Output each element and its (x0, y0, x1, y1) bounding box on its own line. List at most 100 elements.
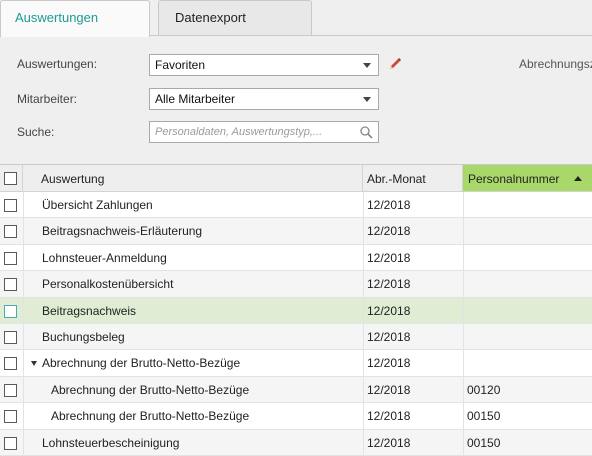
table-row[interactable]: Beitragsnachweis-Erläuterung 12/2018 (0, 218, 592, 245)
column-divider (463, 244, 464, 271)
cell-auswertung: Abrechnung der Brutto-Netto-Bezüge (42, 356, 241, 371)
column-divider (463, 218, 464, 245)
row-checkbox[interactable] (4, 225, 17, 239)
cell-abr-monat: 12/2018 (367, 356, 411, 371)
table-row[interactable]: Personalkostenübersicht 12/2018 (0, 271, 592, 298)
column-divider (23, 324, 24, 350)
table-row[interactable]: Übersicht Zahlungen 12/2018 (0, 192, 592, 219)
column-divider (23, 218, 24, 245)
chevron-down-icon (363, 97, 371, 102)
auswertungen-select[interactable]: Favoriten (149, 54, 379, 76)
search-icon[interactable] (359, 125, 373, 142)
column-divider (23, 244, 24, 271)
cell-abr-monat: 12/2018 (367, 303, 411, 318)
grid-header: Auswertung Abr.-Monat Personalnummer (0, 165, 592, 192)
column-divider (463, 271, 464, 298)
row-checkbox[interactable] (4, 304, 17, 318)
row-checkbox[interactable] (4, 357, 17, 371)
pencil-icon[interactable] (387, 56, 403, 75)
auswertungen-grid: Auswertung Abr.-Monat Personalnummer Übe… (0, 164, 592, 456)
column-divider (363, 324, 364, 350)
cell-personalnummer: 00150 (467, 409, 501, 424)
column-header-abr-monat[interactable]: Abr.-Monat (363, 165, 463, 191)
cell-abr-monat: 12/2018 (367, 277, 411, 292)
select-all-checkbox[interactable] (4, 172, 17, 185)
column-divider (23, 192, 24, 218)
search-input[interactable]: Personaldaten, Auswertungstyp,... (149, 121, 379, 143)
cell-abr-monat: 12/2018 (367, 435, 411, 450)
table-row[interactable]: Lohnsteuerbescheinigung 12/2018 00150 (0, 429, 592, 456)
cell-auswertung: Beitragsnachweis-Erläuterung (42, 224, 203, 239)
row-checkbox[interactable] (4, 251, 17, 265)
cell-auswertung: Übersicht Zahlungen (42, 198, 153, 212)
sort-ascending-icon (574, 176, 582, 181)
cell-personalnummer: 00150 (467, 435, 501, 450)
column-header-personalnummer-label: Personalnummer (468, 172, 560, 186)
tab-auswertungen[interactable]: Auswertungen (0, 0, 150, 37)
column-divider (363, 350, 364, 377)
column-divider (23, 271, 24, 298)
collapse-triangle-icon[interactable] (31, 361, 37, 367)
column-divider (463, 192, 464, 218)
column-divider (23, 429, 24, 456)
row-checkbox[interactable] (4, 410, 17, 424)
search-placeholder: Personaldaten, Auswertungstyp,... (155, 126, 323, 138)
column-divider (363, 376, 364, 403)
mitarbeiter-select-value: Alle Mitarbeiter (155, 92, 236, 106)
cell-auswertung: Buchungsbeleg (42, 330, 125, 344)
column-divider (363, 429, 364, 456)
select-all-cell (0, 165, 23, 191)
row-checkbox[interactable] (4, 331, 17, 344)
row-checkbox[interactable] (4, 436, 17, 450)
column-divider (463, 350, 464, 377)
column-header-personalnummer[interactable]: Personalnummer (463, 165, 592, 191)
table-row[interactable]: Abrechnung der Brutto-Netto-Bezüge 12/201… (0, 376, 592, 404)
abrechnungszeitraum-label: Abrechnungsz (519, 57, 592, 71)
cell-abr-monat: 12/2018 (367, 330, 411, 344)
table-row[interactable]: Lohnsteuer-Anmeldung 12/2018 (0, 244, 592, 272)
cell-auswertung: Personalkostenübersicht (42, 277, 174, 292)
column-divider (363, 244, 364, 271)
table-row[interactable]: Buchungsbeleg 12/2018 (0, 324, 592, 351)
cell-abr-monat: 12/2018 (367, 224, 411, 239)
cell-abr-monat: 12/2018 (367, 250, 411, 265)
column-header-auswertung[interactable]: Auswertung (23, 165, 363, 191)
cell-auswertung: Beitragsnachweis (42, 303, 137, 318)
column-divider (23, 297, 24, 324)
auswertungen-label: Auswertungen: (17, 57, 98, 71)
column-divider (463, 429, 464, 456)
mitarbeiter-select[interactable]: Alle Mitarbeiter (149, 88, 379, 110)
table-row[interactable]: Abrechnung der Brutto-Netto-Bezüge 12/201… (0, 350, 592, 377)
cell-abr-monat: 12/2018 (367, 198, 411, 212)
column-divider (363, 218, 364, 245)
column-divider (463, 376, 464, 403)
cell-auswertung: Lohnsteuer-Anmeldung (42, 250, 167, 265)
cell-auswertung: Abrechnung der Brutto-Netto-Bezüge (51, 409, 250, 424)
tab-bar: Auswertungen Datenexport (0, 0, 592, 37)
column-divider (23, 403, 24, 430)
table-row[interactable]: Abrechnung der Brutto-Netto-Bezüge 12/201… (0, 403, 592, 430)
mitarbeiter-label: Mitarbeiter: (17, 92, 78, 106)
chevron-down-icon (363, 63, 371, 68)
column-divider (363, 271, 364, 298)
cell-abr-monat: 12/2018 (367, 382, 411, 397)
cell-auswertung: Lohnsteuerbescheinigung (42, 435, 180, 450)
auswertungen-select-value: Favoriten (155, 58, 206, 72)
column-divider (23, 376, 24, 403)
tab-datenexport[interactable]: Datenexport (158, 0, 312, 36)
column-divider (363, 192, 364, 218)
cell-personalnummer: 00120 (467, 382, 501, 397)
row-checkbox[interactable] (4, 383, 17, 397)
row-checkbox[interactable] (4, 199, 17, 212)
column-divider (363, 403, 364, 430)
column-divider (363, 297, 364, 324)
table-row[interactable]: Beitragsnachweis 12/2018 (0, 297, 592, 324)
suche-label: Suche: (17, 125, 55, 139)
column-divider (23, 350, 24, 377)
row-checkbox[interactable] (4, 278, 17, 292)
column-divider (463, 403, 464, 430)
column-divider (463, 324, 464, 350)
column-divider (463, 297, 464, 324)
cell-auswertung: Abrechnung der Brutto-Netto-Bezüge (51, 382, 250, 397)
cell-abr-monat: 12/2018 (367, 409, 411, 424)
